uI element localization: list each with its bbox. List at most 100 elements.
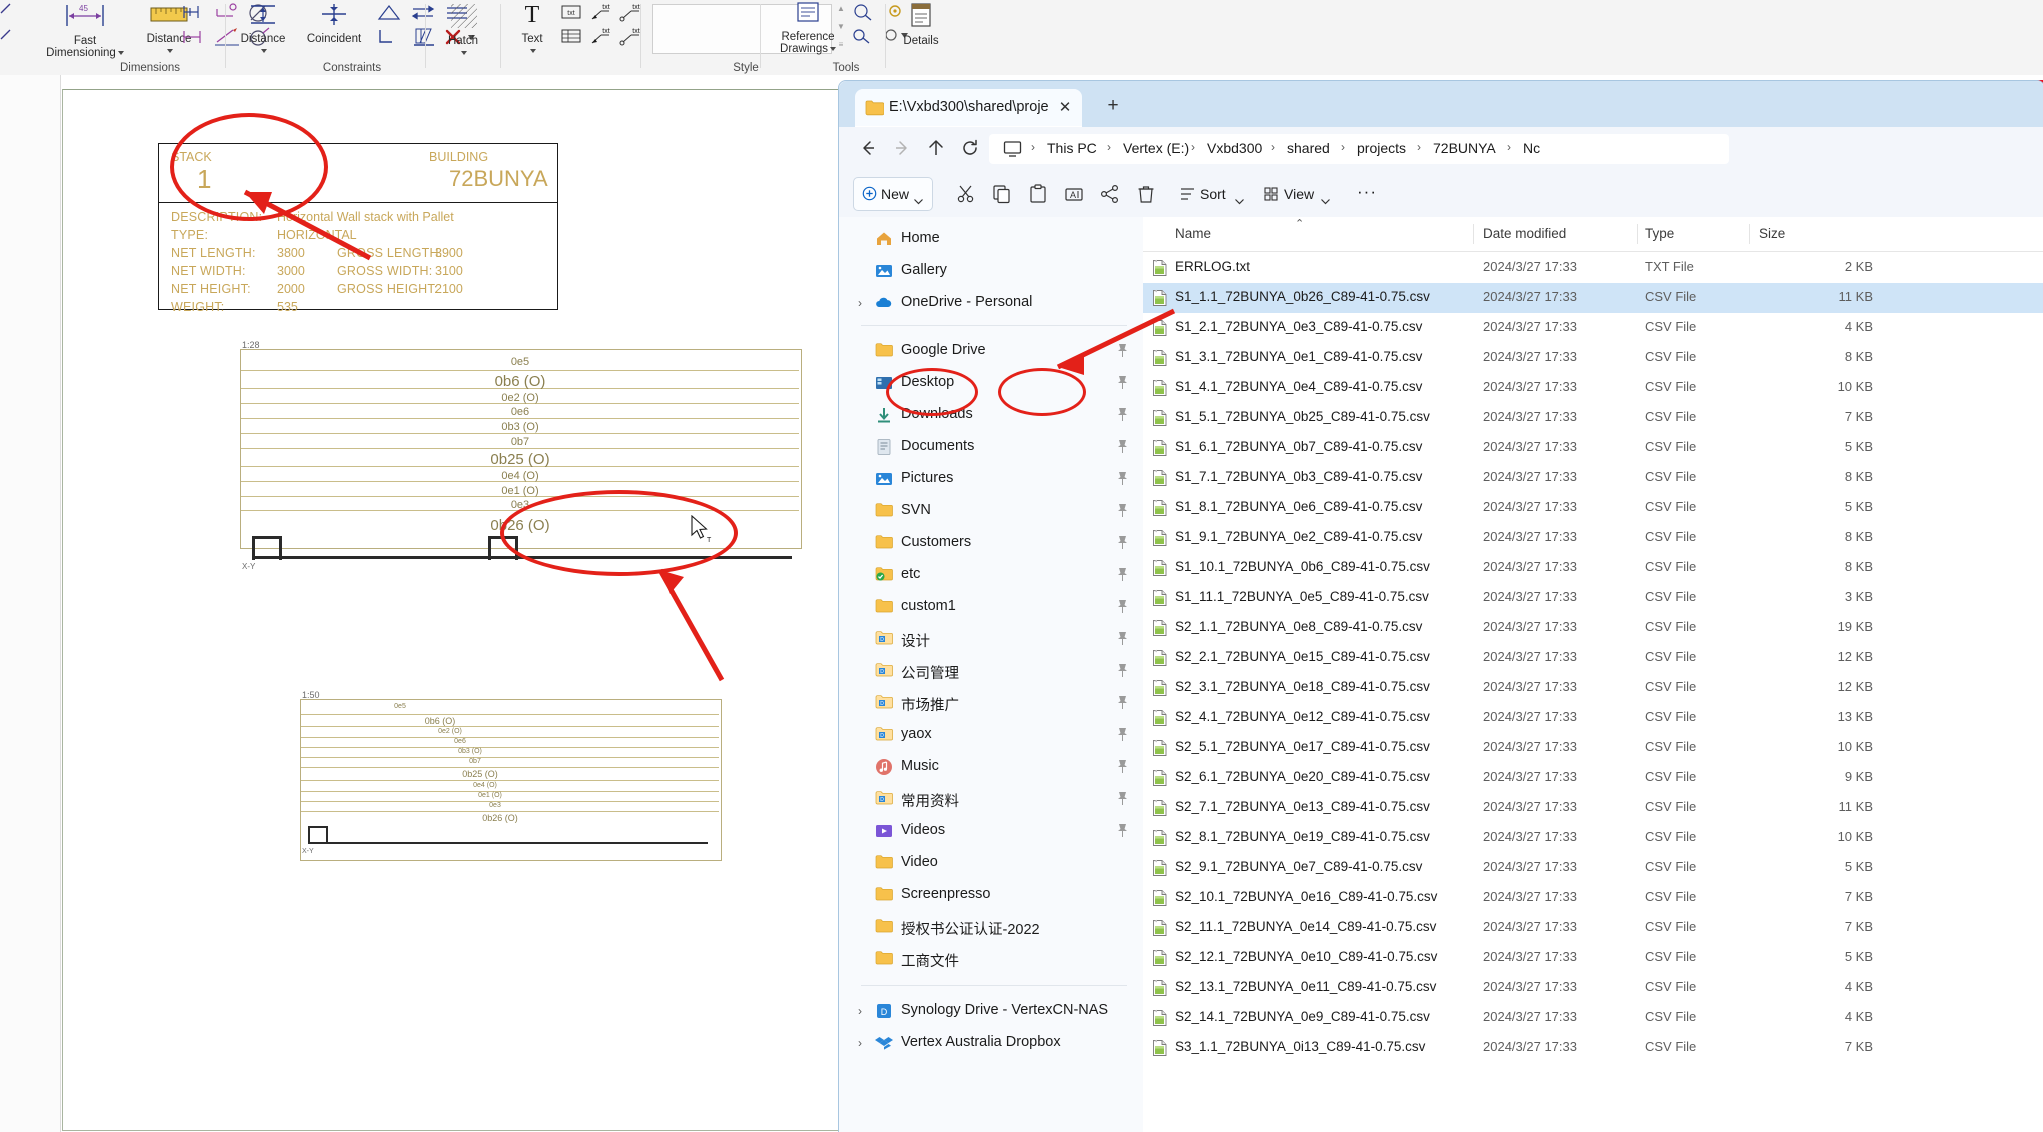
explorer-tab[interactable]: E:\Vxbd300\shared\projects\7. ✕ (855, 89, 1082, 127)
chevron-down-icon[interactable] (1321, 192, 1330, 210)
sidebar-item-customers[interactable]: Customers (839, 527, 1143, 559)
column-header-type[interactable]: Type (1645, 226, 1674, 241)
sidebar-item-video[interactable]: Video (839, 847, 1143, 879)
table-row[interactable]: S2_14.1_72BUNYA_0e9_C89-41-0.75.csv 2024/… (1143, 1003, 2043, 1033)
table-row[interactable]: S1_3.1_72BUNYA_0e1_C89-41-0.75.csv 2024/3… (1143, 343, 2043, 373)
table-row[interactable]: S1_4.1_72BUNYA_0e4_C89-41-0.75.csv 2024/3… (1143, 373, 2043, 403)
sidebar-item-google-drive[interactable]: Google Drive (839, 335, 1143, 367)
delete-button[interactable] (1131, 179, 1163, 209)
sidebar-item-music[interactable]: Music (839, 751, 1143, 783)
sidebar-item-shichangtuiguang[interactable]: D 市场推广 (839, 687, 1143, 719)
cut-button[interactable] (951, 179, 983, 209)
sidebar-item-synology-drive[interactable]: › D Synology Drive - VertexCN-NAS (839, 995, 1143, 1027)
rename-button[interactable]: A (1059, 179, 1091, 209)
chevron-down-icon[interactable] (461, 50, 467, 55)
sort-button[interactable]: Sort (1175, 179, 1251, 209)
table-row[interactable]: S3_1.1_72BUNYA_0i13_C89-41-0.75.csv 2024/… (1143, 1033, 2043, 1063)
reference-drawings-button[interactable]: Reference Drawings (766, 0, 850, 55)
table-row[interactable]: S2_8.1_72BUNYA_0e19_C89-41-0.75.csv 2024/… (1143, 823, 2043, 853)
dimension-tool-icons-row2[interactable] (180, 26, 216, 53)
distance-constraint-button[interactable]: Distance (232, 2, 294, 57)
breadcrumb-item-5[interactable]: 72BUNYA (1433, 140, 1496, 156)
breadcrumb-item-0[interactable]: This PC (1047, 140, 1097, 156)
breadcrumb-item-1[interactable]: Vertex (E:) (1123, 140, 1189, 156)
sidebar-item-documents[interactable]: Documents (839, 431, 1143, 463)
sidebar-item-gongshangwenjian[interactable]: 工商文件 (839, 943, 1143, 975)
table-row[interactable]: S2_2.1_72BUNYA_0e15_C89-41-0.75.csv 2024/… (1143, 643, 2043, 673)
chevron-down-icon[interactable] (914, 192, 923, 210)
chevron-right-icon[interactable]: › (853, 296, 867, 310)
fast-dimensioning-button[interactable]: 45 Fast Dimensioning (30, 2, 140, 59)
table-row[interactable]: S2_7.1_72BUNYA_0e13_C89-41-0.75.csv 2024/… (1143, 793, 2043, 823)
leader-text-open-2-icon-btn[interactable]: txt (616, 26, 646, 51)
table-row[interactable]: S1_1.1_72BUNYA_0b26_C89-41-0.75.csv 2024/… (1143, 283, 2043, 313)
details-button[interactable]: Details (890, 2, 952, 47)
table-row[interactable]: S1_7.1_72BUNYA_0b3_C89-41-0.75.csv 2024/3… (1143, 463, 2043, 493)
pin-icon[interactable] (1116, 471, 1130, 487)
back-arrow-icon[interactable] (857, 137, 881, 161)
sidebar-item-etc[interactable]: etc (839, 559, 1143, 591)
table-row[interactable]: S2_12.1_72BUNYA_0e10_C89-41-0.75.csv 2024… (1143, 943, 2043, 973)
table-row[interactable]: S2_9.1_72BUNYA_0e7_C89-41-0.75.csv 2024/3… (1143, 853, 2043, 883)
sidebar-item-downloads[interactable]: Downloads (839, 399, 1143, 431)
sidebar-item-changyongziliao[interactable]: D 常用资料 (839, 783, 1143, 815)
table-row[interactable]: ERRLOG.txt 2024/3/27 17:33 TXT File 2 KB (1143, 253, 2043, 283)
pan-tool-icon-btn[interactable] (848, 26, 880, 51)
pin-icon[interactable] (1116, 663, 1130, 679)
table-row[interactable]: S2_11.1_72BUNYA_0e14_C89-41-0.75.csv 2024… (1143, 913, 2043, 943)
sidebar-item-sheji[interactable]: D 设计 (839, 623, 1143, 655)
pin-icon[interactable] (1116, 503, 1130, 519)
breadcrumb-item-3[interactable]: shared (1287, 140, 1330, 156)
coincident-constraint-button[interactable]: Coincident (294, 2, 374, 45)
paste-button[interactable] (1023, 179, 1055, 209)
hatch-dropdown[interactable] (432, 47, 494, 59)
perpendicular-constraint-icon-btn[interactable] (372, 2, 406, 29)
sidebar-item-onedrive[interactable]: › OneDrive - Personal (839, 287, 1143, 319)
pin-icon[interactable] (1116, 727, 1130, 743)
table-row[interactable]: S1_8.1_72BUNYA_0e6_C89-41-0.75.csv 2024/3… (1143, 493, 2043, 523)
sidebar-item-yaox[interactable]: D yaox (839, 719, 1143, 751)
tab-close-icon[interactable]: ✕ (1055, 98, 1075, 118)
chevron-down-icon[interactable] (167, 48, 173, 53)
column-divider-3[interactable] (1749, 224, 1750, 244)
zoom-tool-icon-btn[interactable] (848, 2, 880, 27)
chevron-down-icon[interactable] (261, 48, 267, 53)
table-row[interactable]: S2_4.1_72BUNYA_0e12_C89-41-0.75.csv 2024/… (1143, 703, 2043, 733)
sidebar-item-shouquanshu[interactable]: 授权书公证认证-2022 (839, 911, 1143, 943)
view-button[interactable]: View (1259, 179, 1339, 209)
hatch-button[interactable]: Hatch (432, 2, 494, 59)
pin-icon[interactable] (1116, 567, 1130, 583)
table-row[interactable]: S2_5.1_72BUNYA_0e17_C89-41-0.75.csv 2024/… (1143, 733, 2043, 763)
sidebar-item-gallery[interactable]: Gallery (839, 255, 1143, 287)
pin-icon[interactable] (1116, 823, 1130, 839)
chevron-down-icon[interactable] (1235, 192, 1244, 210)
sidebar-item-pictures[interactable]: Pictures (839, 463, 1143, 495)
pin-icon[interactable] (1116, 599, 1130, 615)
pin-icon[interactable] (1116, 695, 1130, 711)
table-row[interactable]: S1_6.1_72BUNYA_0b7_C89-41-0.75.csv 2024/3… (1143, 433, 2043, 463)
table-row[interactable]: S1_5.1_72BUNYA_0b25_C89-41-0.75.csv 2024/… (1143, 403, 2043, 433)
table-row[interactable]: S1_10.1_72BUNYA_0b6_C89-41-0.75.csv 2024/… (1143, 553, 2043, 583)
pin-icon[interactable] (1116, 343, 1130, 359)
explorer-title-bar[interactable]: E:\Vxbd300\shared\projects\7. ✕ + (839, 81, 2043, 127)
breadcrumb-item-4[interactable]: projects (1357, 140, 1406, 156)
leader-text-filled-icon-btn[interactable]: txt (586, 2, 616, 27)
up-arrow-icon[interactable] (925, 137, 949, 161)
share-button[interactable] (1095, 179, 1127, 209)
sidebar-item-svn[interactable]: SVN (839, 495, 1143, 527)
table-row[interactable]: S2_10.1_72BUNYA_0e16_C89-41-0.75.csv 2024… (1143, 883, 2043, 913)
table-row[interactable]: S1_9.1_72BUNYA_0e2_C89-41-0.75.csv 2024/3… (1143, 523, 2043, 553)
chevron-down-icon[interactable] (829, 46, 836, 51)
breadcrumb-item-6[interactable]: Nc (1523, 140, 1540, 156)
pin-icon[interactable] (1116, 407, 1130, 423)
new-tab-button[interactable]: + (1101, 94, 1125, 118)
chevron-down-icon[interactable] (117, 50, 124, 55)
leader-text-filled-2-icon-btn[interactable]: txt (586, 26, 616, 51)
pin-icon[interactable] (1116, 759, 1130, 775)
more-options-button[interactable]: ··· (1351, 179, 1387, 209)
table-row[interactable]: S1_11.1_72BUNYA_0e5_C89-41-0.75.csv 2024/… (1143, 583, 2043, 613)
chevron-right-icon[interactable]: › (853, 1004, 867, 1018)
pin-icon[interactable] (1116, 375, 1130, 391)
column-header-name[interactable]: Name (1175, 226, 1211, 241)
breadcrumb-item-2[interactable]: Vxbd300 (1207, 140, 1262, 156)
